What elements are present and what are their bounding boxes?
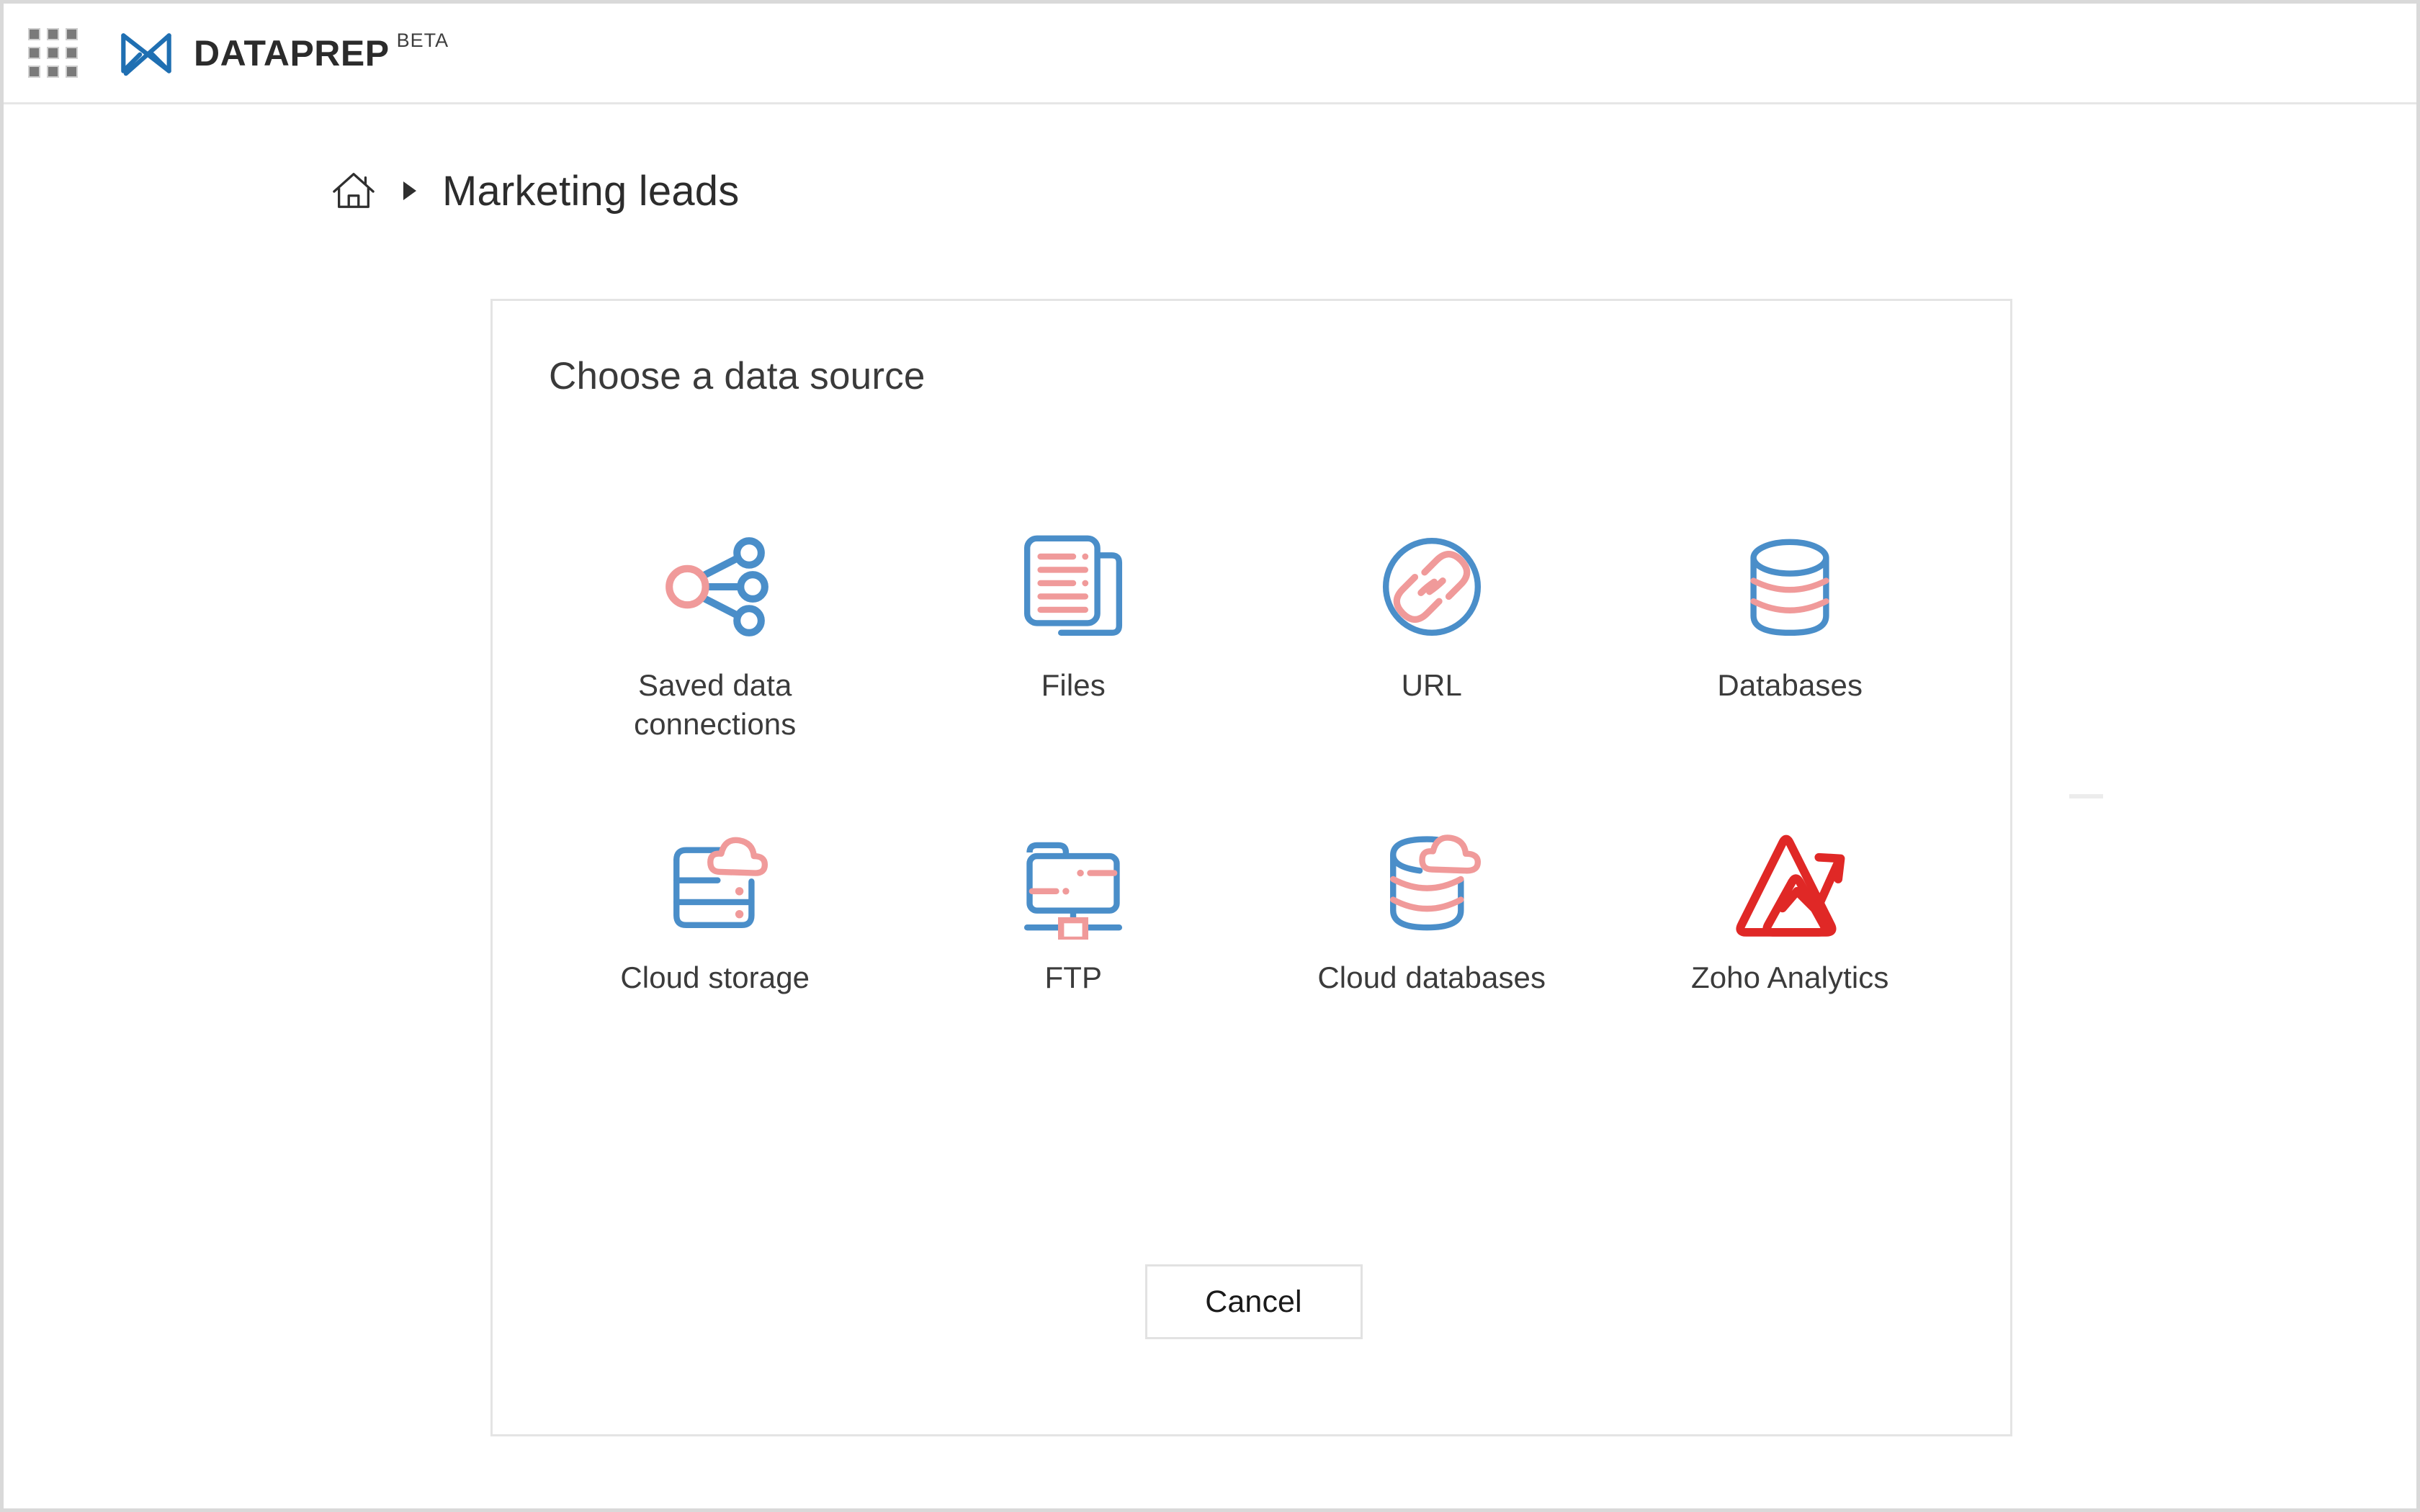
data-source-url[interactable]: URL [1252, 521, 1611, 750]
cancel-button[interactable]: Cancel [1144, 1264, 1363, 1339]
data-source-label: FTP [1044, 960, 1103, 994]
card-title: Choose a data source [549, 355, 926, 397]
zoho-analytics-logo-icon [1729, 819, 1851, 940]
data-source-databases[interactable]: Databases [1611, 521, 1970, 750]
data-source-cloud-storage[interactable]: Cloud storage [536, 813, 895, 1003]
app-grid-cell [46, 28, 59, 40]
app-grid-cell [65, 47, 78, 59]
brand-logo[interactable]: DATAPREP BETA [115, 21, 449, 86]
data-source-saved-data-connections[interactable]: Saved data connections [536, 521, 895, 750]
app-grid-cell [27, 66, 40, 78]
top-bar: DATAPREP BETA [4, 4, 2416, 104]
collapsed-panel-handle[interactable] [2069, 794, 2103, 798]
home-icon[interactable] [331, 168, 376, 213]
data-source-grid: Saved data connections Files URL Databas… [536, 521, 1969, 1002]
data-source-ftp[interactable]: FTP [895, 813, 1253, 1003]
data-source-label: Cloud databases [1317, 960, 1546, 994]
app-grid-cell [46, 66, 59, 78]
cloud-database-icon [1371, 819, 1493, 940]
data-source-label: Files [1041, 668, 1106, 702]
cloud-server-icon [654, 819, 776, 940]
beta-badge: BETA [396, 29, 449, 51]
brand-name: DATAPREP [194, 32, 390, 73]
data-source-label: Zoho Analytics [1690, 960, 1889, 994]
data-source-label: Databases [1717, 668, 1863, 702]
chevron-right-icon [403, 181, 416, 200]
app-grid-icon[interactable] [27, 27, 79, 79]
data-source-label: Saved data connections [634, 668, 797, 741]
data-source-cloud-databases[interactable]: Cloud databases [1252, 813, 1611, 1003]
data-source-zoho-analytics[interactable]: Zoho Analytics [1611, 813, 1970, 1003]
data-source-label: URL [1401, 668, 1462, 702]
app-grid-cell [27, 28, 40, 40]
breadcrumb: Marketing leads [331, 158, 739, 223]
data-source-files[interactable]: Files [895, 521, 1253, 750]
documents-icon [1012, 526, 1134, 647]
app-grid-cell [65, 66, 78, 78]
data-source-label: Cloud storage [620, 960, 810, 994]
app-grid-cell [46, 47, 59, 59]
database-cylinder-icon [1729, 526, 1851, 647]
link-circle-icon [1371, 526, 1493, 647]
choose-data-source-card: Choose a data source Saved data connecti [490, 299, 2012, 1436]
card-footer: Cancel [493, 1264, 2015, 1339]
share-nodes-icon [654, 526, 776, 647]
page-title: Marketing leads [442, 167, 740, 215]
app-grid-cell [27, 47, 40, 59]
dataprep-logo-icon [121, 32, 171, 76]
app-grid-cell [65, 28, 78, 40]
app-window: DATAPREP BETA Marketing leads Choose a d… [0, 0, 2420, 1512]
folder-network-icon [1012, 819, 1134, 940]
